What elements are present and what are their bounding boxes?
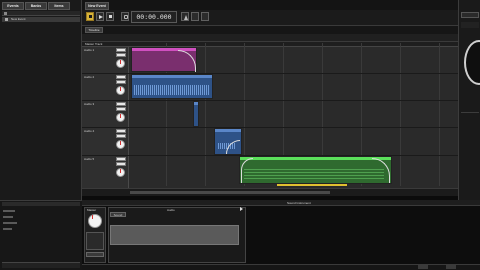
file-path (110, 219, 242, 223)
audio-region-green[interactable] (239, 156, 392, 184)
left-toolbar (2, 11, 80, 16)
track-2-label: Audio 2 (84, 75, 95, 79)
waveform-preview[interactable] (110, 225, 239, 245)
instrument-label: Audio (167, 208, 175, 212)
stop-button[interactable] (86, 12, 94, 21)
subtab-strip (82, 26, 458, 34)
track-5-label: Audio 5 (84, 157, 95, 161)
solo-button[interactable] (116, 134, 126, 138)
volume-knob[interactable] (116, 113, 125, 122)
instrument-subtab[interactable]: Sound (110, 212, 126, 217)
event-name: New Event (11, 17, 26, 21)
mute-button[interactable] (116, 129, 126, 133)
left-props-text (3, 210, 23, 232)
track-separator (82, 127, 458, 128)
solo-button[interactable] (116, 53, 126, 57)
scrollbar-thumb[interactable] (130, 191, 330, 194)
metronome-icon (184, 15, 188, 20)
add-icon[interactable] (4, 12, 7, 15)
time-display: 00:00.000 (131, 11, 177, 23)
record-button[interactable] (106, 12, 114, 21)
left-panel (0, 0, 82, 200)
deck-zoom-readout (112, 250, 134, 254)
loop-button[interactable] (121, 12, 129, 21)
mute-button[interactable] (116, 102, 126, 106)
volume-knob[interactable] (116, 59, 125, 68)
left-status-bar (2, 262, 80, 268)
play-button[interactable] (96, 12, 104, 21)
subtab-timeline[interactable]: Timeline (85, 27, 103, 33)
tab-items[interactable]: Items (48, 2, 70, 10)
waveform (134, 85, 210, 95)
mute-button[interactable] (116, 157, 126, 161)
stop-icon (89, 15, 92, 18)
audio-region-blue[interactable] (131, 74, 213, 99)
solo-button[interactable] (116, 162, 126, 166)
tempo-button[interactable] (181, 12, 189, 21)
event-icon (5, 18, 8, 21)
right-toolbar (461, 22, 479, 28)
master-strip-label: Master (87, 208, 97, 212)
main-tab-strip (82, 0, 458, 10)
master-meter (86, 232, 104, 250)
tab-events[interactable]: Events (2, 2, 24, 10)
play-icon (99, 15, 103, 19)
volume-knob[interactable] (116, 86, 125, 95)
audio-region-blue-small[interactable] (193, 101, 199, 127)
fade-curve[interactable] (241, 158, 253, 183)
master-button[interactable] (86, 252, 104, 257)
right-panel (458, 0, 480, 200)
track-4-label: Audio 4 (84, 129, 95, 133)
mute-button[interactable] (116, 48, 126, 52)
tab-new-event[interactable]: New Event (85, 2, 109, 10)
region-header (194, 102, 198, 105)
solo-button[interactable] (116, 107, 126, 111)
record-icon (109, 15, 112, 18)
status-indicator (418, 265, 428, 269)
region-header (132, 48, 196, 51)
right-panel-divider (461, 112, 479, 113)
tab-banks[interactable]: Banks (25, 2, 47, 10)
volume-knob[interactable] (116, 140, 125, 149)
volume-knob[interactable] (116, 168, 125, 177)
track-3-label: Audio 3 (84, 102, 95, 106)
region-header (132, 75, 212, 78)
status-indicator-2 (446, 265, 456, 269)
loop-marker[interactable] (277, 184, 347, 186)
mute-button[interactable] (116, 75, 126, 79)
event-list-item[interactable]: New Event (2, 17, 80, 22)
ruler[interactable] (82, 34, 458, 42)
zoom-button[interactable] (201, 12, 209, 21)
grid-line (400, 43, 401, 186)
instrument-close-icon[interactable] (240, 207, 243, 211)
snap-button[interactable] (191, 12, 199, 21)
timeline-scrollbar[interactable] (82, 188, 458, 196)
region-header (240, 157, 391, 160)
left-bottom-header (2, 202, 80, 206)
deck-time-readout (220, 250, 242, 254)
right-panel-header (461, 12, 479, 18)
solo-button[interactable] (116, 80, 126, 84)
waveform (244, 167, 384, 179)
loop-icon (124, 15, 128, 19)
track-1-label: Audio 1 (84, 48, 95, 52)
grid-line (439, 43, 440, 186)
region-header (215, 129, 241, 132)
track-separator (82, 100, 458, 101)
grid-line (205, 43, 206, 186)
master-volume-knob[interactable] (88, 214, 102, 228)
